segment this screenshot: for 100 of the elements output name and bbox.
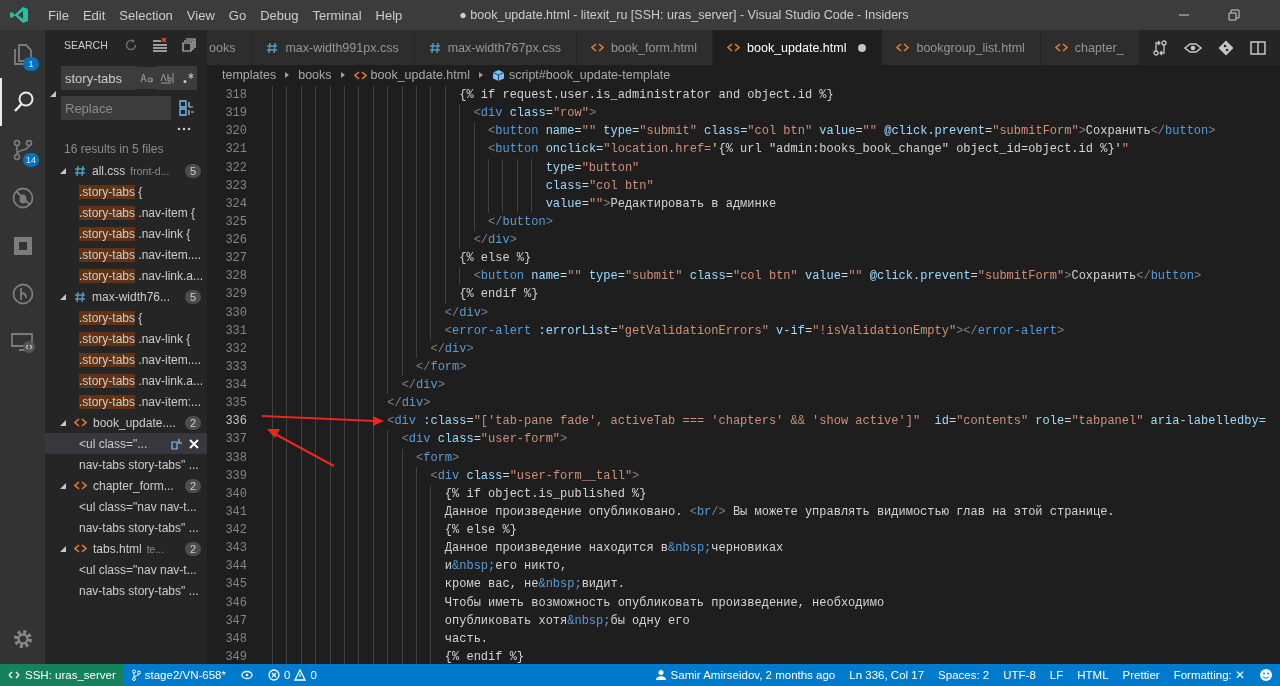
menu-item[interactable]: Selection (112, 7, 180, 23)
match-result[interactable]: .story-tabs .nav-item { (45, 202, 207, 223)
app-logo-icon (9, 5, 29, 25)
line-number: 346 (224, 595, 247, 610)
menu-item[interactable]: Edit (75, 7, 113, 23)
eye-icon[interactable] (1183, 41, 1202, 54)
chevron-icon (284, 71, 291, 79)
match-result[interactable]: nav-tabs story-tabs" ... (45, 580, 207, 601)
line-number: 332 (224, 341, 247, 356)
compare-changes-icon[interactable] (1151, 39, 1168, 56)
settings-icon[interactable] (11, 628, 34, 650)
expand-toggle-icon[interactable] (59, 292, 67, 301)
replace-all-icon[interactable] (179, 100, 195, 116)
branch-status[interactable]: stage2/VN-658* (130, 669, 226, 681)
match-result[interactable]: .story-tabs .nav-link.a... (45, 265, 207, 286)
expand-toggle-icon[interactable] (59, 481, 67, 490)
html-file-icon (74, 417, 87, 428)
results-summary: 16 results in 5 files (63, 141, 165, 158)
menu-item[interactable]: View (179, 7, 222, 23)
editor-tab[interactable]: ooks (207, 30, 253, 65)
line-number: 318 (224, 88, 247, 103)
file-result[interactable]: tabs.html te... 2 (45, 538, 207, 559)
editor-tab[interactable]: chapter_ (1040, 30, 1140, 65)
remote-indicator[interactable]: SSH: uras_server (0, 664, 124, 686)
bug-icon (10, 186, 35, 210)
css-file-icon (74, 290, 86, 303)
count-badge: 2 (184, 541, 201, 556)
refresh-icon[interactable] (123, 38, 138, 52)
replace-field[interactable]: Replace (61, 96, 171, 120)
sync-icon[interactable] (239, 670, 254, 680)
code-line: <button onclick="location.href='{% url "admin:books_book_change" object_id=object.id %}'" (488, 142, 1129, 157)
line-number: 336 (224, 414, 247, 429)
activity-item[interactable]: 1 (0, 30, 45, 78)
menu-item[interactable]: Debug (253, 7, 306, 23)
more-options-icon[interactable] (177, 127, 191, 131)
match-result[interactable]: <ul class="... (45, 433, 207, 454)
breadcrumb[interactable]: templates (222, 68, 277, 82)
match-result[interactable]: nav-tabs story-tabs" ... (45, 517, 207, 538)
blame-status[interactable]: Samir Amirseidov, 2 months ago (654, 669, 836, 681)
match-result[interactable]: .story-tabs .nav-item.... (45, 349, 207, 370)
expand-toggle-icon[interactable] (59, 544, 67, 553)
feedback-icon[interactable] (1259, 668, 1273, 682)
code-line: <button name="" type="submit" class="col btn" value="" @click.prevent="submitForm">Сохранить</button> (473, 269, 1202, 284)
file-result[interactable]: book_update.... 2 (45, 412, 207, 433)
indentation-status[interactable]: Spaces: 2 (938, 669, 990, 681)
breadcrumb[interactable]: books (298, 68, 332, 82)
match-result[interactable]: nav-tabs story-tabs" ... (45, 454, 207, 475)
editor-tab[interactable]: book_form.html (576, 30, 714, 65)
line-ending-status[interactable]: LF (1049, 669, 1064, 681)
match-result[interactable]: .story-tabs { (45, 307, 207, 328)
code-line: type="button" (545, 160, 640, 175)
problems-status[interactable]: 0 0 (267, 669, 317, 681)
breadcrumb[interactable]: script#book_update-template (491, 68, 671, 82)
line-number: 327 (224, 251, 247, 266)
editor-tab[interactable]: bookgroup_list.html (882, 30, 1041, 65)
menu-item[interactable]: Go (221, 7, 254, 23)
match-result[interactable]: .story-tabs { (45, 181, 207, 202)
formatting-status[interactable]: Formatting: ✕ (1173, 668, 1245, 682)
editor-tab[interactable]: max-width767px.css (414, 30, 577, 65)
match-result[interactable]: .story-tabs .nav-link.a... (45, 370, 207, 391)
cursor-position[interactable]: Ln 336, Col 17 (849, 669, 925, 681)
replace-icon[interactable] (171, 437, 183, 450)
restore-icon[interactable] (1228, 9, 1240, 21)
editor-tab[interactable]: max-width991px.css (252, 30, 415, 65)
activity-item[interactable]: 14 (0, 126, 45, 174)
clear-results-icon[interactable] (151, 37, 168, 53)
language-status[interactable]: HTML (1077, 669, 1109, 681)
close-icon[interactable] (189, 438, 199, 449)
line-number: 331 (224, 323, 247, 338)
search-field[interactable]: story-tabs (61, 66, 137, 90)
file-result[interactable]: max-width76... 5 (45, 286, 207, 307)
match-result[interactable]: <ul class="nav nav-t... (45, 559, 207, 580)
menu-item[interactable]: Terminal (305, 7, 369, 23)
code-line: {% endif %} (459, 287, 539, 302)
code-line: <error-alert :errorList="getValidationErrors" v-if="!isValidationEmpty"></error-alert> (444, 323, 1065, 338)
expand-toggle-icon[interactable] (49, 90, 57, 98)
file-result[interactable]: all.css front-d... 5 (45, 160, 207, 181)
regex-icon[interactable] (179, 66, 197, 90)
match-result[interactable]: .story-tabs .nav-item.... (45, 244, 207, 265)
breadcrumb[interactable]: book_update.html (353, 68, 470, 82)
code-line: {% if object.is_published %} (444, 486, 647, 501)
line-number: 328 (224, 269, 247, 284)
split-editor-icon[interactable] (1249, 40, 1266, 55)
encoding-status[interactable]: UTF-8 (1003, 669, 1036, 681)
file-result[interactable]: chapter_form... 2 (45, 475, 207, 496)
match-result[interactable]: .story-tabs .nav-item:... (45, 391, 207, 412)
menu-item[interactable]: Help (368, 7, 410, 23)
match-result[interactable]: .story-tabs .nav-link { (45, 328, 207, 349)
match-result[interactable]: .story-tabs .nav-link { (45, 223, 207, 244)
match-result[interactable]: <ul class="nav nav-t... (45, 496, 207, 517)
collapse-all-icon[interactable] (181, 38, 196, 52)
formatter-status[interactable]: Prettier (1122, 669, 1160, 681)
chevron-icon (477, 71, 484, 79)
editor-tab[interactable]: book_update.html (713, 30, 883, 65)
expand-toggle-icon[interactable] (59, 418, 67, 427)
line-number: 329 (224, 287, 247, 302)
count-badge: 2 (184, 478, 201, 493)
expand-toggle-icon[interactable] (59, 166, 67, 175)
menu-item[interactable]: File (41, 7, 76, 23)
git-diamond-icon[interactable] (1217, 39, 1234, 56)
